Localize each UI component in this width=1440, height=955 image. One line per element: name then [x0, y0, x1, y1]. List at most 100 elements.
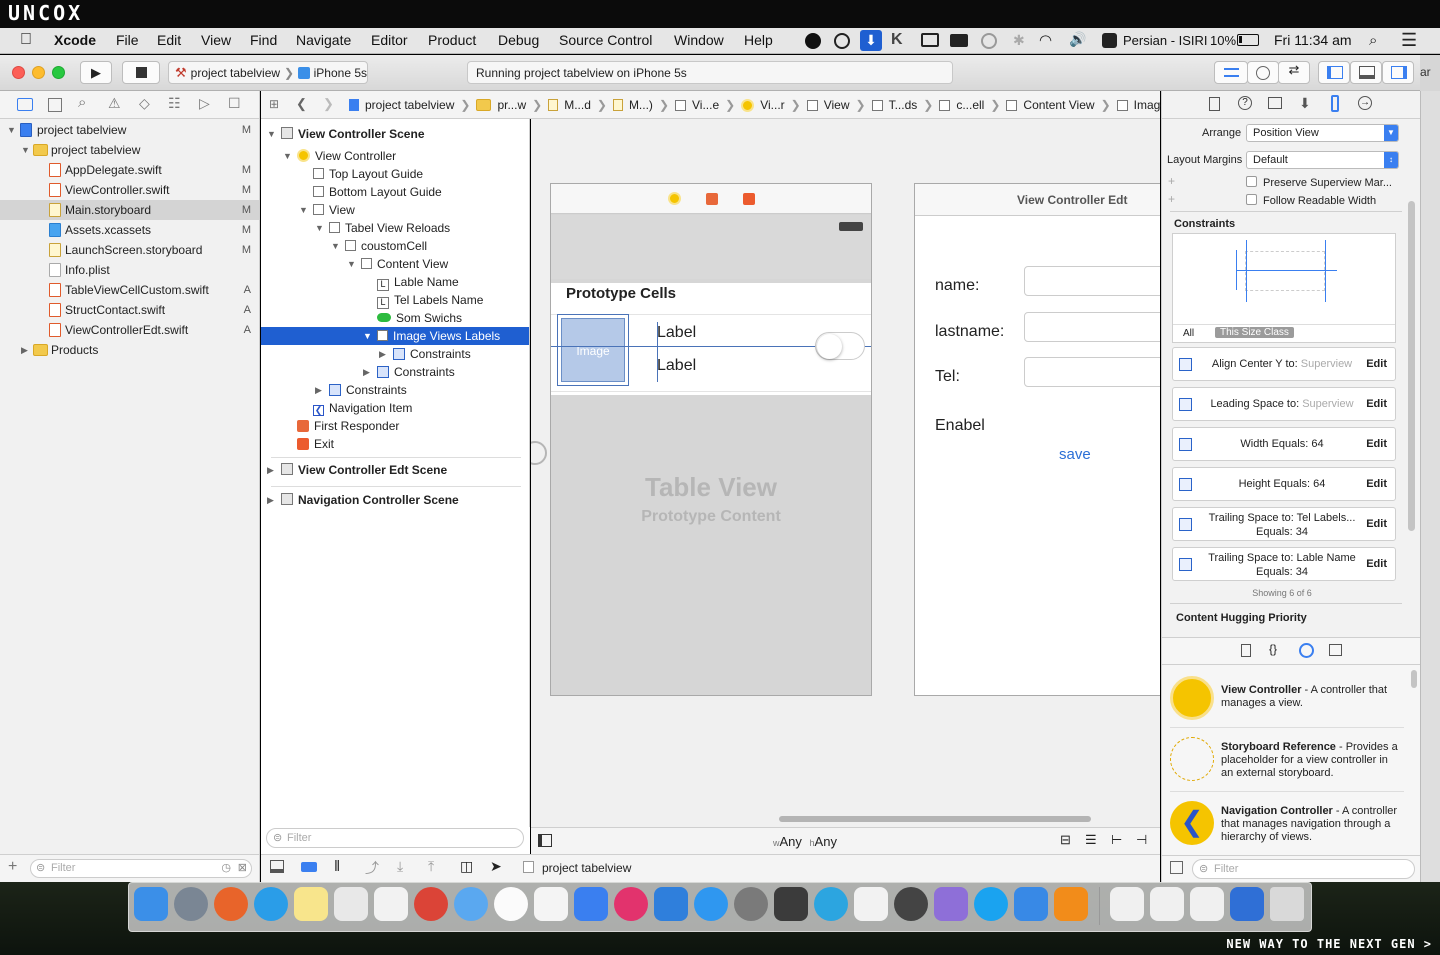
constraint-edit-button[interactable]: Edit — [1366, 438, 1387, 450]
telegram-icon[interactable] — [814, 887, 848, 921]
nav-row-file[interactable]: Info.plist — [0, 260, 259, 280]
toggle-navigator-button[interactable] — [1318, 61, 1350, 84]
menu-product[interactable]: Product — [428, 32, 476, 48]
itunes-icon[interactable] — [614, 887, 648, 921]
forward-icon[interactable]: ❯ — [323, 96, 334, 112]
connections-inspector-icon[interactable]: → — [1358, 96, 1372, 110]
menu-window[interactable]: Window — [674, 32, 724, 48]
issue-navigator-icon[interactable]: ⚠ — [108, 95, 121, 112]
breadcrumb-item[interactable]: M...) — [629, 98, 653, 112]
disclosure-triangle-icon[interactable]: ▶ — [315, 381, 322, 399]
status-memory-icon[interactable] — [950, 34, 968, 47]
disclosure-triangle-icon[interactable]: ▶ — [267, 491, 274, 509]
menu-edit[interactable]: Edit — [157, 32, 181, 48]
status-wifi-icon[interactable]: ◠ — [1039, 31, 1052, 49]
horizontal-scrollbar[interactable] — [779, 816, 1091, 822]
attributes-inspector-icon[interactable]: ⬇ — [1299, 95, 1311, 112]
embed-stack-icon[interactable]: ⊟ — [1060, 832, 1071, 848]
menu-editor[interactable]: Editor — [371, 32, 408, 48]
view-controller-icon[interactable] — [668, 192, 681, 205]
step-over-icon[interactable]: ⤴ — [365, 858, 379, 878]
safari-icon[interactable] — [254, 887, 288, 921]
step-out-icon[interactable]: ⤒ — [428, 858, 434, 875]
disclosure-triangle-icon[interactable]: ▼ — [21, 140, 30, 160]
hide-debug-area-icon[interactable] — [270, 860, 284, 873]
menu-source-control[interactable]: Source Control — [559, 32, 652, 48]
cell-label-2[interactable]: Label — [657, 357, 696, 375]
project-navigator-icon[interactable] — [17, 98, 33, 111]
constraint-edit-button[interactable]: Edit — [1366, 518, 1387, 530]
disclosure-triangle-icon[interactable]: ▼ — [347, 255, 356, 273]
size-inspector-icon[interactable] — [1331, 95, 1339, 112]
disclosure-triangle-icon[interactable]: ▼ — [315, 219, 324, 237]
zoom-window-button[interactable] — [52, 66, 65, 79]
photos-icon[interactable] — [494, 887, 528, 921]
java-app-icon[interactable] — [854, 887, 888, 921]
related-items-icon[interactable]: ⊞ — [269, 97, 279, 111]
finder-icon[interactable] — [134, 887, 168, 921]
toggle-utilities-button[interactable] — [1382, 61, 1414, 84]
menu-debug[interactable]: Debug — [498, 32, 539, 48]
library-item-navigation-controller[interactable]: ❮ Navigation Controller - A controller t… — [1162, 801, 1407, 853]
system-preferences-icon[interactable] — [734, 887, 768, 921]
calendar-icon[interactable] — [534, 887, 568, 921]
nav-row-file[interactable]: LaunchScreen.storyboard M — [0, 240, 259, 260]
tel-field[interactable] — [1024, 357, 1160, 387]
media-library-icon[interactable] — [1329, 644, 1342, 656]
lastname-field[interactable] — [1024, 312, 1160, 342]
toggle-debug-area-button[interactable] — [1350, 61, 1382, 84]
status-volume-icon[interactable]: 🔊 — [1069, 31, 1086, 48]
status-k-icon[interactable]: K — [891, 31, 903, 49]
code-snippet-icon[interactable]: {} — [1269, 642, 1277, 656]
tab-this-size-class[interactable]: This Size Class — [1215, 327, 1294, 338]
tab-all[interactable]: All — [1183, 328, 1194, 339]
add-variation-icon[interactable]: + — [1168, 174, 1175, 188]
disclosure-triangle-icon[interactable]: ▶ — [379, 345, 386, 363]
scheme-selector[interactable]: ⚒ project tabelview ❯ iPhone 5s — [168, 61, 368, 84]
inspector-scrollbar[interactable] — [1408, 201, 1415, 531]
size-class-control[interactable]: wAny hAny — [773, 834, 837, 849]
nav-row-file[interactable]: TableViewCellCustom.swift A — [0, 280, 259, 300]
add-variation-icon[interactable]: + — [1168, 192, 1175, 206]
save-button[interactable]: save — [1059, 446, 1091, 463]
document-icon[interactable] — [1150, 887, 1184, 921]
instruments-icon[interactable] — [1014, 887, 1048, 921]
breadcrumb-item[interactable]: pr...w — [497, 98, 526, 112]
stop-button[interactable] — [122, 61, 160, 84]
spotlight-search-icon[interactable]: ⌕ — [1369, 32, 1377, 49]
version-editor-button[interactable]: ⇄ — [1278, 61, 1310, 84]
constraint-edit-button[interactable]: Edit — [1366, 398, 1387, 410]
disclosure-triangle-icon[interactable]: ▼ — [331, 237, 340, 255]
stack-view-icon[interactable]: ☰ — [1085, 832, 1097, 848]
preview-icon[interactable] — [334, 887, 368, 921]
resolve-issues-icon[interactable]: ⊣ — [1136, 832, 1147, 848]
launchpad-icon[interactable] — [174, 887, 208, 921]
folder-stack-icon[interactable] — [1190, 887, 1224, 921]
constraint-item[interactable]: Trailing Space to: Tel Labels... Equals: … — [1172, 507, 1396, 541]
menu-file[interactable]: File — [116, 32, 139, 48]
standard-editor-button[interactable] — [1214, 61, 1248, 84]
identity-inspector-icon[interactable] — [1268, 97, 1282, 109]
status-check-icon[interactable] — [834, 33, 850, 49]
status-download-icon[interactable]: ⬇ — [860, 30, 882, 51]
status-battery-percent[interactable]: 10% — [1210, 33, 1236, 48]
status-input-icon[interactable] — [1102, 33, 1117, 48]
status-app-icon[interactable] — [805, 33, 821, 49]
constraint-item[interactable]: Height Equals: 64 Edit — [1172, 467, 1396, 501]
disclosure-triangle-icon[interactable]: ▼ — [283, 147, 292, 165]
file-inspector-icon[interactable] — [1209, 97, 1220, 111]
app-store-icon[interactable] — [694, 887, 728, 921]
messages-icon[interactable] — [454, 887, 488, 921]
xcode-icon[interactable] — [654, 887, 688, 921]
follow-readable-checkbox[interactable]: Follow Readable Width — [1246, 194, 1376, 207]
breadcrumb-item[interactable]: T...ds — [889, 98, 918, 112]
nav-row-project[interactable]: ▼ project tabelview M — [0, 120, 259, 140]
nav-row-group[interactable]: ▶ Products — [0, 340, 259, 360]
menu-app-name[interactable]: Xcode — [54, 32, 96, 48]
disclosure-triangle-icon[interactable]: ▼ — [299, 201, 308, 219]
nav-row-file[interactable]: StructContact.swift A — [0, 300, 259, 320]
chrome-icon[interactable] — [414, 887, 448, 921]
cell-label-1[interactable]: Label — [657, 324, 696, 342]
status-input-source[interactable]: Persian - ISIRI — [1123, 33, 1208, 48]
preserve-superview-checkbox[interactable]: Preserve Superview Mar... — [1246, 176, 1392, 189]
